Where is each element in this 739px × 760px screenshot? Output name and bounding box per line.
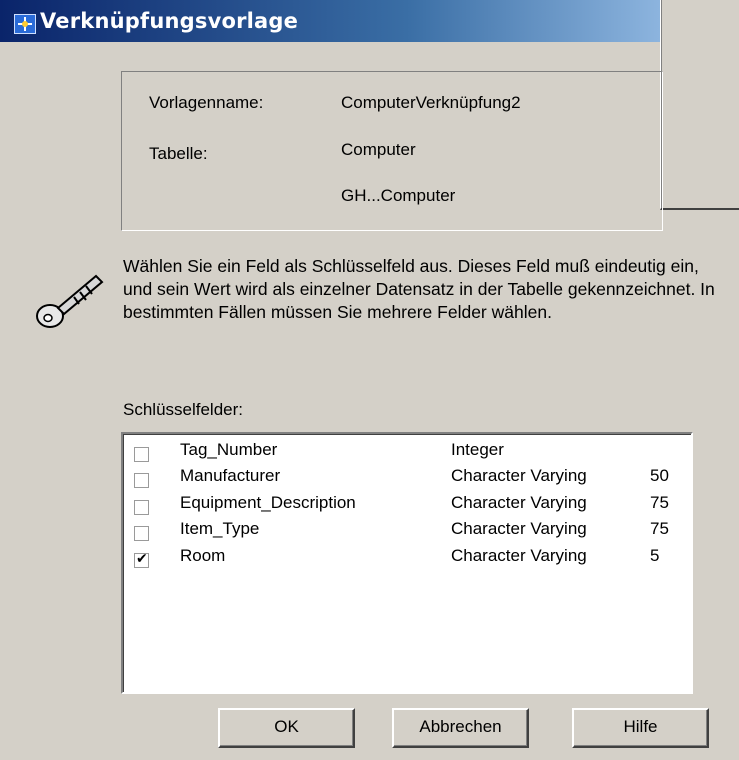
field-name: Tag_Number xyxy=(180,440,278,459)
row-checkbox[interactable] xyxy=(134,500,149,515)
row-checkbox[interactable] xyxy=(134,447,149,462)
field-type: Character Varying xyxy=(451,493,587,512)
field-name: Item_Type xyxy=(180,519,260,538)
field-size: 75 xyxy=(650,493,669,512)
app-link-icon xyxy=(14,14,36,34)
list-item[interactable]: Room Character Varying 5 xyxy=(124,544,684,570)
link-template-dialog: Verknüpfungsvorlage Vorlagenname: Comput… xyxy=(0,0,739,760)
title-bar[interactable]: Verknüpfungsvorlage xyxy=(0,0,739,42)
table-label: Tabelle: xyxy=(149,144,208,163)
template-name-label: Vorlagenname: xyxy=(149,93,264,112)
row-checkbox[interactable] xyxy=(134,473,149,488)
list-item[interactable]: Equipment_Description Character Varying … xyxy=(124,491,684,517)
field-name: Room xyxy=(180,546,226,565)
template-name-value: ComputerVerknüpfung2 xyxy=(341,93,521,112)
field-size: 50 xyxy=(650,466,669,485)
keyfields-list[interactable]: Tag_Number Integer Manufacturer Characte… xyxy=(121,432,693,694)
field-name: Equipment_Description xyxy=(180,493,356,512)
ok-button[interactable]: OK xyxy=(218,708,355,748)
key-icon xyxy=(34,270,106,337)
overlapping-window xyxy=(660,0,739,210)
field-type: Character Varying xyxy=(451,519,587,538)
help-button[interactable]: Hilfe xyxy=(572,708,709,748)
table-source-value: GH...Computer xyxy=(341,186,456,205)
field-type: Character Varying xyxy=(451,466,587,485)
field-size: 75 xyxy=(650,519,669,538)
field-type: Character Varying xyxy=(451,546,587,565)
cancel-button[interactable]: Abbrechen xyxy=(392,708,529,748)
template-info-group: Vorlagenname: ComputerVerknüpfung2 Tabel… xyxy=(121,71,663,231)
field-size: 5 xyxy=(650,546,660,565)
row-checkbox[interactable] xyxy=(134,526,149,541)
keyfields-label: Schlüsselfelder: xyxy=(123,400,244,419)
row-checkbox[interactable] xyxy=(134,551,149,568)
field-name: Manufacturer xyxy=(180,466,281,485)
list-item[interactable]: Manufacturer Character Varying 50 xyxy=(124,464,684,490)
table-value: Computer xyxy=(341,140,416,159)
list-item[interactable]: Item_Type Character Varying 75 xyxy=(124,517,684,543)
instruction-text: Wählen Sie ein Feld als Schlüsselfeld au… xyxy=(123,256,715,322)
list-item[interactable]: Tag_Number Integer xyxy=(124,438,684,464)
field-type: Integer xyxy=(451,440,504,459)
window-title: Verknüpfungsvorlage xyxy=(40,9,299,33)
